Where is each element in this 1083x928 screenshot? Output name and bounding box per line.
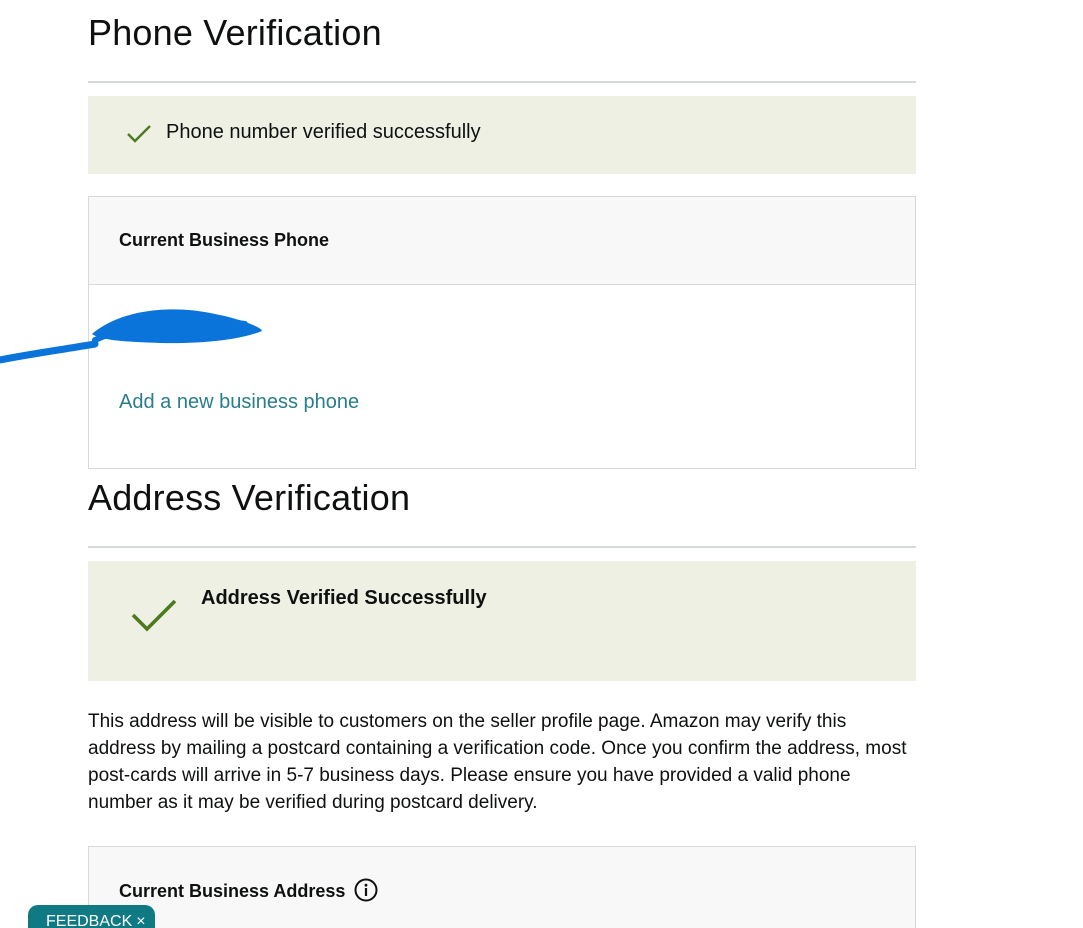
page: Phone Verification Phone number verified…: [0, 0, 1083, 928]
feedback-label: FEEDBACK: [46, 913, 133, 928]
checkmark-icon: [127, 125, 151, 143]
business-phone-card-header: Current Business Phone: [89, 197, 915, 285]
business-address-card-header: Current Business Address: [89, 847, 915, 928]
current-business-address-heading: Current Business Address: [119, 878, 378, 902]
current-business-phone-label: Current Business Phone: [119, 230, 330, 250]
phone-title-divider: [88, 81, 916, 83]
phone-verification-title: Phone Verification: [88, 12, 382, 53]
info-circle-icon[interactable]: [354, 878, 378, 902]
checkmark-icon: [131, 599, 177, 632]
address-success-alert: Address Verified Successfully: [88, 561, 916, 681]
business-address-card: Current Business Address: [88, 846, 916, 928]
close-icon[interactable]: ×: [136, 913, 145, 928]
current-business-address-label: Current Business Address: [119, 881, 346, 901]
address-title-divider: [88, 546, 916, 548]
redaction-scribble: [0, 309, 262, 364]
address-verification-title: Address Verification: [88, 477, 411, 518]
phone-success-message: Phone number verified successfully: [166, 121, 481, 143]
address-success-message: Address Verified Successfully: [201, 587, 487, 609]
feedback-tab[interactable]: FEEDBACK ×: [28, 905, 155, 928]
phone-success-alert: Phone number verified successfully: [88, 96, 916, 174]
add-business-phone-link[interactable]: Add a new business phone: [119, 391, 359, 414]
address-visibility-notice: This address will be visible to customer…: [88, 711, 907, 813]
